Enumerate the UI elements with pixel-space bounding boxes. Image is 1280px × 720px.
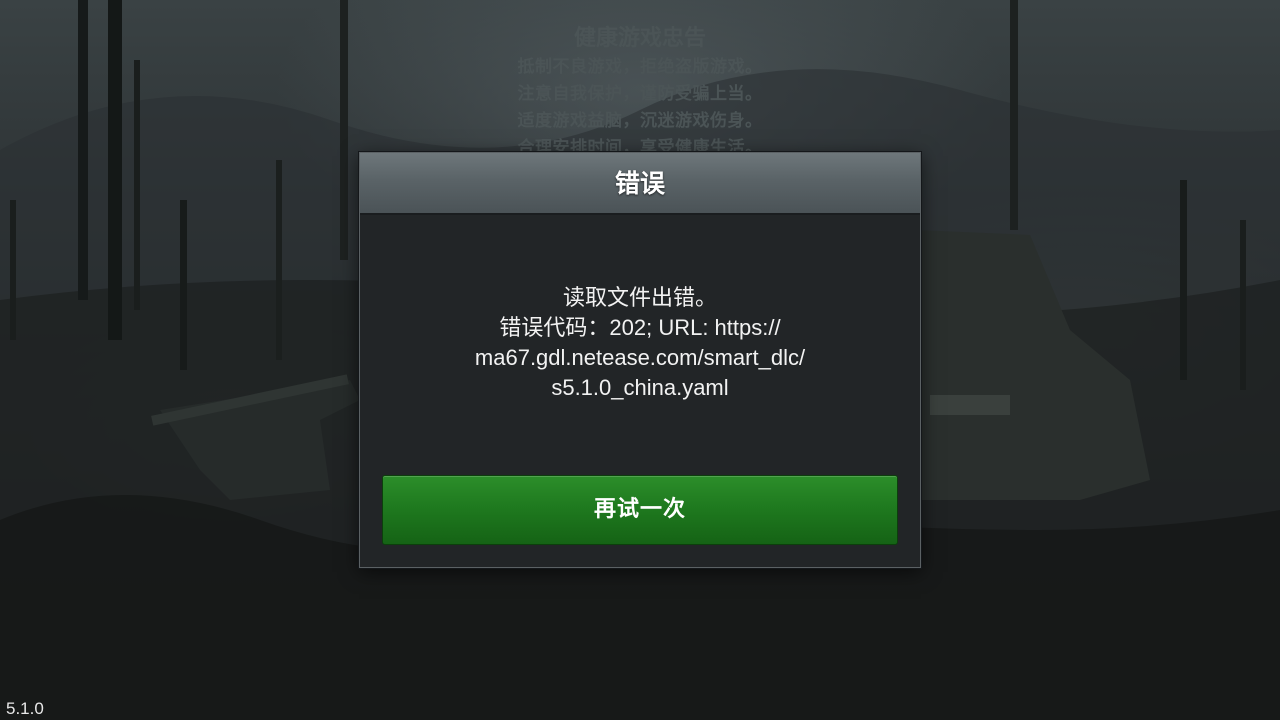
retry-button[interactable]: 再试一次 <box>382 475 898 545</box>
health-gaming-notice: 健康游戏忠告 抵制不良游戏，拒绝盗版游戏。 注意自我保护，谨防受骗上当。 适度游… <box>440 24 840 162</box>
game-screen: 健康游戏忠告 抵制不良游戏，拒绝盗版游戏。 注意自我保护，谨防受骗上当。 适度游… <box>0 0 1280 720</box>
error-message-line: 读取文件出错。 <box>562 285 717 310</box>
error-code-line: 错误代码：202; URL: https:// <box>499 315 781 340</box>
version-label: 5.1.0 <box>6 699 44 718</box>
error-message: 读取文件出错。 错误代码：202; URL: https:// ma67.gdl… <box>390 283 890 403</box>
error-url-line: s5.1.0_china.yaml <box>551 375 729 400</box>
health-notice-line: 抵制不良游戏，拒绝盗版游戏。 <box>517 57 763 77</box>
error-url-line: ma67.gdl.netease.com/smart_dlc/ <box>474 345 806 370</box>
health-notice-line: 注意自我保护，谨防受骗上当。 <box>517 84 763 104</box>
health-notice-line: 适度游戏益脑，沉迷游戏伤身。 <box>517 111 763 131</box>
error-dialog: 错误 读取文件出错。 错误代码：202; URL: https:// ma67.… <box>359 152 921 568</box>
dialog-title: 错误 <box>614 169 665 198</box>
health-notice-title: 健康游戏忠告 <box>573 26 706 51</box>
dialog-header: 错误 <box>360 153 920 215</box>
